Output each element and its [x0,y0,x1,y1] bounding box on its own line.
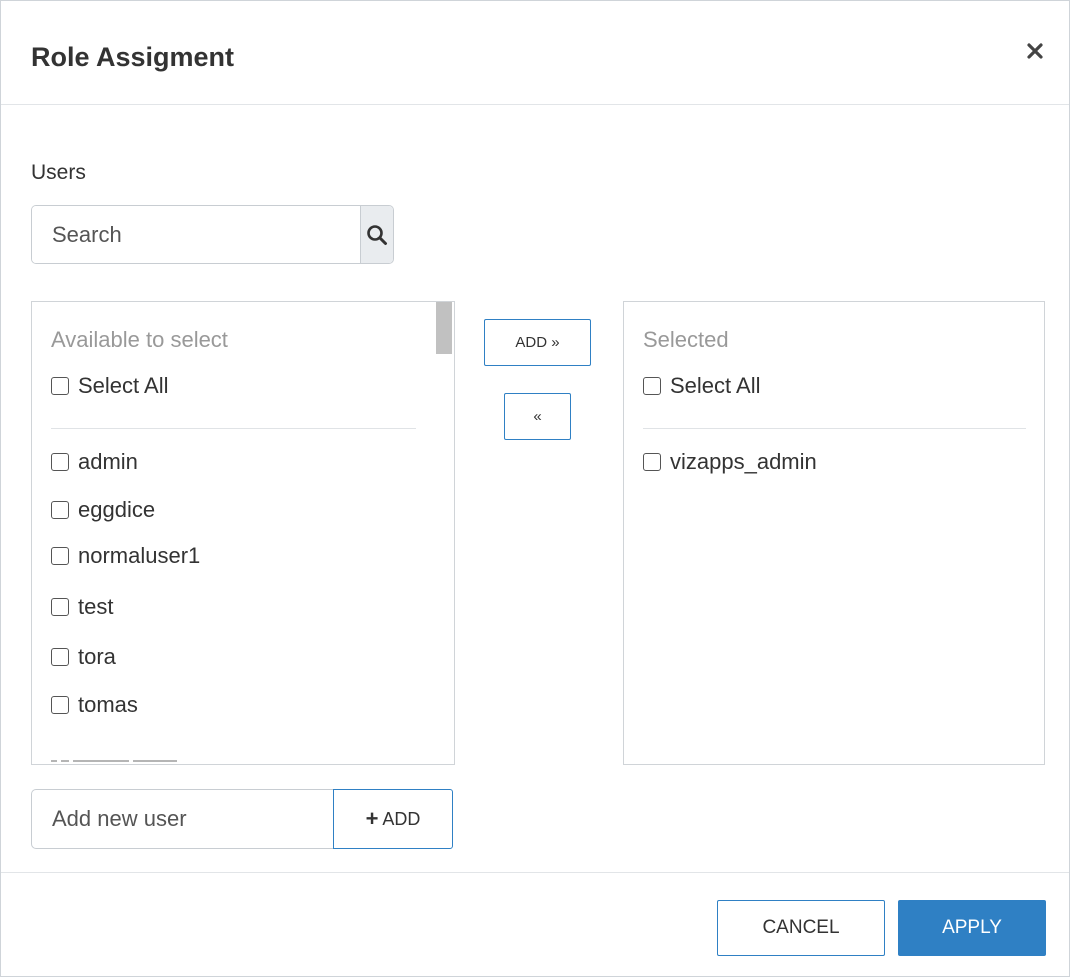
user-checkbox[interactable] [51,648,69,666]
dialog-header: Role Assigment [1,1,1069,105]
select-all-label: Select All [78,373,169,398]
select-all-label: Select All [670,373,761,398]
add-user-button-label: ADD [382,808,421,829]
search-button[interactable] [360,206,393,263]
selected-select-all[interactable]: Select All [643,372,761,400]
user-checkbox[interactable] [51,696,69,714]
user-checkbox[interactable] [51,547,69,565]
plus-icon: + [365,806,379,831]
add-user-group: + ADD [31,789,453,849]
selected-heading: Selected [643,327,729,352]
list-item[interactable]: eggdice [51,496,155,524]
user-search [31,205,394,264]
close-button[interactable] [1015,31,1055,71]
move-to-available-button[interactable]: « [504,393,571,440]
add-user-input[interactable] [31,789,333,849]
list-item[interactable]: admin [51,448,138,476]
add-user-button[interactable]: + ADD [333,789,453,849]
user-label: admin [78,449,138,474]
users-section-label: Users [31,161,86,184]
list-item[interactable]: vizapps_admin [643,448,817,476]
list-item[interactable]: test [51,593,113,621]
user-label: test [78,594,114,619]
available-select-all[interactable]: Select All [51,372,169,400]
user-label: vizapps_admin [670,449,817,474]
search-input[interactable] [32,206,360,263]
dialog-footer: CANCEL APPLY [1,872,1069,976]
scrollbar[interactable] [434,302,454,764]
user-checkbox[interactable] [51,453,69,471]
user-label: tora [78,644,116,669]
divider [51,428,416,429]
user-label: normaluser1 [78,543,201,568]
select-all-checkbox[interactable] [51,377,69,395]
divider [643,428,1026,429]
user-checkbox[interactable] [51,501,69,519]
scrollbar-thumb[interactable] [436,302,452,354]
list-item[interactable]: normaluser1 [51,542,200,570]
dialog-title: Role Assigment [31,42,235,72]
move-to-selected-button[interactable]: ADD » [484,319,591,366]
select-all-checkbox[interactable] [643,377,661,395]
user-checkbox[interactable] [643,453,661,471]
user-label: eggdice [78,497,156,522]
selected-users-panel: Selected Select All vizapps_admin [623,301,1045,765]
role-assignment-dialog: Role Assigment Users Available to select… [0,0,1070,977]
list-item[interactable]: tomas [51,691,138,719]
list-item[interactable]: tora [51,643,116,671]
user-checkbox[interactable] [51,598,69,616]
available-users-panel: Available to select Select All admin egg… [31,301,455,765]
search-icon [367,224,387,245]
close-icon [1027,43,1043,59]
cancel-button[interactable]: CANCEL [717,900,885,956]
clipped-list-item [51,760,181,762]
available-heading: Available to select [51,327,228,352]
apply-button[interactable]: APPLY [898,900,1046,956]
user-label: tomas [78,692,138,717]
